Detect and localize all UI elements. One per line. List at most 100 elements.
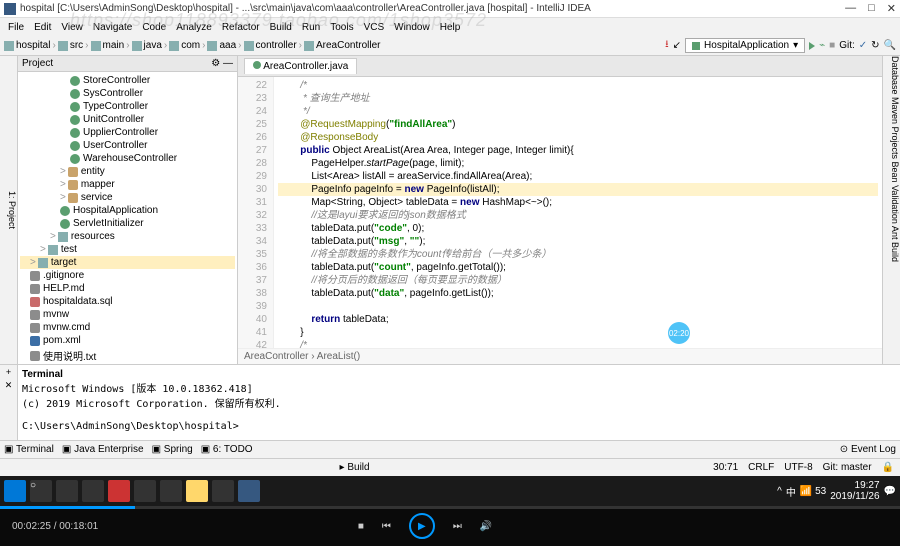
lock-icon[interactable]: 🔒: [882, 462, 894, 473]
volume-icon[interactable]: 🔊: [480, 521, 492, 532]
right-tool-strip[interactable]: Database Maven Projects Bean Validation …: [882, 56, 900, 364]
status-position[interactable]: 30:71: [713, 462, 738, 473]
tree-item[interactable]: StoreController: [20, 74, 235, 87]
tree-item[interactable]: >resources: [20, 230, 235, 243]
menu-tools[interactable]: Tools: [326, 20, 357, 35]
run-config-selector[interactable]: HospitalApplication ▾: [685, 38, 805, 53]
terminal-body[interactable]: TerminalMicrosoft Windows [版本 10.0.18362…: [18, 365, 900, 440]
play-button[interactable]: ▶: [409, 513, 435, 539]
breadcrumb-item[interactable]: controller: [256, 40, 297, 51]
terminal-add-icon[interactable]: +: [6, 367, 11, 377]
tree-item[interactable]: HELP.md: [20, 282, 235, 295]
bottom-tab[interactable]: ▣ Spring: [152, 444, 193, 455]
tree-item[interactable]: HospitalApplication: [20, 204, 235, 217]
chrome-icon[interactable]: [134, 480, 156, 502]
cortana-icon[interactable]: [56, 480, 78, 502]
tree-item[interactable]: .gitignore: [20, 269, 235, 282]
menu-view[interactable]: View: [57, 20, 87, 35]
menu-run[interactable]: Run: [298, 20, 324, 35]
progress-bar[interactable]: [0, 506, 900, 509]
tree-item[interactable]: >target: [20, 256, 235, 269]
tree-item[interactable]: pom.xml: [20, 334, 235, 347]
minimize-icon[interactable]: —: [845, 2, 856, 15]
next-icon[interactable]: ⏭: [453, 521, 462, 532]
left-tool-strip[interactable]: 1: Project: [0, 56, 18, 364]
tree-item[interactable]: mvnw: [20, 308, 235, 321]
editor-crumb[interactable]: AreaController › AreaList(): [238, 348, 882, 364]
editor-tab[interactable]: AreaController.java: [244, 58, 357, 74]
notification-icon[interactable]: 💬: [884, 486, 896, 497]
breadcrumb-item[interactable]: com: [181, 40, 200, 51]
bottom-tab[interactable]: ▣ Terminal: [4, 444, 54, 455]
menu-window[interactable]: Window: [390, 20, 434, 35]
status-encoding[interactable]: UTF-8: [784, 462, 812, 473]
clock-time[interactable]: 19:27: [830, 480, 879, 491]
tray-up-icon[interactable]: ^: [777, 486, 782, 497]
breadcrumb-item[interactable]: main: [103, 40, 125, 51]
collapse-icon[interactable]: —: [223, 58, 233, 69]
taskview-icon[interactable]: [82, 480, 104, 502]
music-icon[interactable]: [212, 480, 234, 502]
start-icon[interactable]: [4, 480, 26, 502]
menu-help[interactable]: Help: [436, 20, 465, 35]
debug-icon[interactable]: ⌁: [819, 40, 825, 51]
tree-item[interactable]: >entity: [20, 165, 235, 178]
breadcrumb-item[interactable]: aaa: [219, 40, 236, 51]
stop-icon[interactable]: ■: [358, 521, 364, 532]
prev-icon[interactable]: ⏮: [382, 521, 391, 532]
breadcrumb[interactable]: hospital›src›main›java›com›aaa›controlle…: [4, 40, 665, 51]
sync-icon[interactable]: ↙: [673, 40, 681, 51]
tree-item[interactable]: >service: [20, 191, 235, 204]
project-tree[interactable]: StoreControllerSysControllerTypeControll…: [18, 72, 237, 364]
run-icon[interactable]: [809, 42, 815, 50]
menu-vcs[interactable]: VCS: [360, 20, 389, 35]
breadcrumb-item[interactable]: AreaController: [316, 40, 380, 51]
video-player[interactable]: 00:02:25 / 00:18:01 ■ ⏮ ▶ ⏭ 🔊: [0, 506, 900, 546]
menu-refactor[interactable]: Refactor: [218, 20, 264, 35]
edge-icon[interactable]: [160, 480, 182, 502]
tree-item[interactable]: UpplierController: [20, 126, 235, 139]
tree-item[interactable]: 使用说明.txt: [20, 347, 235, 364]
tree-item[interactable]: hospitaldata.sql: [20, 295, 235, 308]
wifi-icon[interactable]: 📶 53: [800, 486, 826, 497]
tree-item[interactable]: UnitController: [20, 113, 235, 126]
maximize-icon[interactable]: □: [868, 2, 875, 15]
download-icon[interactable]: ⭳: [665, 37, 669, 54]
app-icon[interactable]: [108, 480, 130, 502]
intellij-icon[interactable]: [238, 480, 260, 502]
breadcrumb-item[interactable]: hospital: [16, 40, 50, 51]
search-icon[interactable]: 🔍: [884, 40, 896, 51]
bottom-tab[interactable]: ▣ Java Enterprise: [62, 444, 144, 455]
stop-icon[interactable]: ■: [829, 40, 835, 51]
tree-item[interactable]: WarehouseController: [20, 152, 235, 165]
status-line-sep[interactable]: CRLF: [748, 462, 774, 473]
search-icon[interactable]: ○: [30, 480, 52, 502]
menu-navigate[interactable]: Navigate: [89, 20, 136, 35]
close-icon[interactable]: ✕: [887, 2, 896, 15]
windows-taskbar[interactable]: ○ ^ 中 📶 53 19:27 2019/11/26 💬: [0, 476, 900, 506]
tree-item[interactable]: TypeController: [20, 100, 235, 113]
status-git[interactable]: Git: master: [823, 462, 872, 473]
tree-item[interactable]: >mapper: [20, 178, 235, 191]
menu-code[interactable]: Code: [138, 20, 170, 35]
gear-icon[interactable]: ⚙: [211, 58, 220, 69]
tree-item[interactable]: mvnw.cmd: [20, 321, 235, 334]
menu-build[interactable]: Build: [266, 20, 296, 35]
menu-file[interactable]: File: [4, 20, 28, 35]
bottom-tab[interactable]: ▣ 6: TODO: [201, 444, 253, 455]
menu-edit[interactable]: Edit: [30, 20, 55, 35]
terminal-close-icon[interactable]: ✕: [5, 380, 13, 391]
breadcrumb-item[interactable]: src: [70, 40, 83, 51]
tree-item[interactable]: ServletInitializer: [20, 217, 235, 230]
breadcrumb-item[interactable]: java: [144, 40, 162, 51]
code-editor[interactable]: /* * 查询生产地址 */ @RequestMapping("findAllA…: [274, 77, 882, 348]
line-gutter[interactable]: 2223242526272829303132333435363738394041…: [238, 77, 274, 348]
explorer-icon[interactable]: [186, 480, 208, 502]
tree-item[interactable]: SysController: [20, 87, 235, 100]
ime-indicator[interactable]: 中: [786, 484, 796, 499]
git-push-icon[interactable]: ↻: [871, 40, 879, 51]
menu-analyze[interactable]: Analyze: [172, 20, 216, 35]
git-pull-icon[interactable]: ✓: [859, 40, 867, 51]
event-log-tab[interactable]: ⊙ Event Log: [840, 444, 896, 455]
tree-item[interactable]: UserController: [20, 139, 235, 152]
